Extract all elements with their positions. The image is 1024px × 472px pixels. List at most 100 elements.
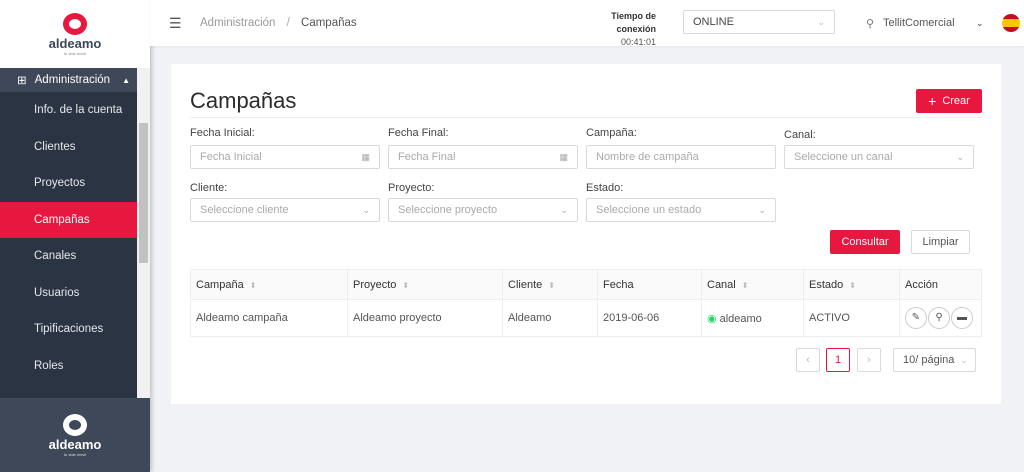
whatsapp-icon: ◉ [707,312,717,325]
sort-icon[interactable]: ⬍ [402,281,409,290]
placeholder: Fecha Final [398,151,456,163]
fecha-inicial-label: Fecha Inicial: [190,127,255,139]
fecha-final-label: Fecha Final: [388,127,449,139]
logo-icon [63,12,87,35]
cliente-select[interactable]: Seleccione cliente ⌄ [190,198,380,222]
sidebar-item-usuarios[interactable]: Usuarios [0,275,137,312]
col-campana[interactable]: Campaña ⬍ [190,269,348,300]
col-fecha: Fecha [597,269,702,300]
sidebar-item-campanas[interactable]: Campañas [0,201,137,238]
sidebar-scrollbar[interactable] [137,68,150,398]
campana-input[interactable]: Nombre de campaña [586,145,776,169]
breadcrumb: Administración / Campañas [200,17,357,29]
add-user-icon[interactable]: ⚲ [928,307,950,329]
table-row: Aldeamo campaña Aldeamo proyecto Aldeamo… [190,299,982,337]
calendar-icon: ▦ [559,151,568,162]
page-1-button[interactable]: 1 [826,348,850,372]
status-value: ONLINE [693,16,734,28]
chevron-down-icon[interactable]: ⌄ [976,18,984,29]
fecha-final-input[interactable]: Fecha Final ▦ [388,145,578,169]
limpiar-button[interactable]: Limpiar [911,230,970,254]
logo-icon [63,413,87,436]
page-title: Campañas [190,88,297,113]
placeholder: Seleccione proyecto [398,204,498,216]
chevron-down-icon: ⌄ [956,151,964,162]
scrollbar-thumb[interactable] [139,123,148,263]
sidebar-item-proyectos[interactable]: Proyectos [0,165,137,202]
grid-icon: ⊞ [17,75,27,87]
cell-campana: Aldeamo campaña [190,299,348,337]
consultar-button[interactable]: Consultar [830,230,900,254]
create-button[interactable]: + Crear [916,89,982,113]
logo-subtitle: tu vida móvil [63,50,87,56]
chevron-down-icon: ⌄ [758,204,766,215]
sidebar-menu: ⊞ Administración ▲ Info. de la cuenta Clie… [0,68,137,398]
col-canal[interactable]: Canal ⬍ [701,269,804,300]
cell-proyecto: Aldeamo proyecto [347,299,503,337]
chevron-down-icon: ⌄ [960,354,968,365]
placeholder: Seleccione un estado [596,204,702,216]
sort-icon[interactable]: ⬍ [742,281,749,290]
divider [190,117,982,118]
placeholder: Fecha Inicial [200,151,262,163]
cliente-label: Cliente: [190,182,228,194]
col-estado[interactable]: Estado ⬍ [803,269,900,300]
connection-value: 00:41:01 [620,37,656,47]
logo-text: aldeamo [48,436,102,452]
cell-cliente: Aldeamo [502,299,598,337]
sidebar-item-clientes[interactable]: Clientes [0,129,137,166]
footer-logo: aldeamo tu vida móvil [0,398,150,472]
page-size-select[interactable]: 10/ página ⌄ [893,348,976,372]
connection-time: Tiempo de conexión 00:41:01 [574,10,656,49]
logo-text: aldeamo [48,35,102,51]
message-icon[interactable]: ▬ [951,307,973,329]
proyecto-select[interactable]: Seleccione proyecto ⌄ [388,198,578,222]
sort-icon[interactable]: ⬍ [250,281,257,290]
placeholder: Seleccione cliente [200,204,289,216]
col-proyecto[interactable]: Proyecto ⬍ [347,269,503,300]
sort-icon[interactable]: ⬍ [849,281,856,290]
sidebar: aldeamo tu vida móvil ⊞ Administración ▲ I… [0,0,150,472]
menu-toggle-icon[interactable]: ☰ [169,15,182,32]
sidebar-item-info-cuenta[interactable]: Info. de la cuenta [0,92,137,129]
placeholder: Seleccione un canal [794,151,893,163]
sort-icon[interactable]: ⬍ [548,281,555,290]
sidebar-item-canales[interactable]: Canales [0,238,137,275]
edit-icon[interactable]: ✎ [905,307,927,329]
cell-accion: ✎ ⚲ ▬ [899,299,982,337]
campaigns-table: Campaña ⬍ Proyecto ⬍ Cliente ⬍ Fecha Canal ⬍… [190,269,982,337]
canal-select[interactable]: Seleccione un canal ⌄ [784,145,974,169]
prev-page-button[interactable]: ‹ [796,348,820,372]
placeholder: Nombre de campaña [596,151,699,163]
campana-label: Campaña: [586,127,637,139]
user-menu[interactable]: TellitComercial [883,17,955,29]
connection-label: Tiempo de conexión [611,11,656,34]
next-page-button[interactable]: › [857,348,881,372]
spain-flag-icon[interactable] [1002,14,1020,32]
user-icon: ⚲ [866,17,875,30]
cell-fecha: 2019-06-06 [597,299,702,337]
sidebar-section-administracion[interactable]: ⊞ Administración ▲ [0,68,137,92]
calendar-icon: ▦ [361,151,370,162]
chevron-down-icon: ⌄ [560,204,568,215]
sidebar-item-tipificaciones[interactable]: Tipificaciones [0,311,137,348]
chevron-down-icon: ⌄ [817,16,825,27]
breadcrumb-administracion[interactable]: Administración [200,17,275,29]
proyecto-label: Proyecto: [388,182,435,194]
sidebar-item-roles[interactable]: Roles [0,348,137,385]
estado-select[interactable]: Seleccione un estado ⌄ [586,198,776,222]
col-cliente[interactable]: Cliente ⬍ [502,269,598,300]
campaigns-card: Campañas + Crear Fecha Inicial: Fecha Ini… [171,64,1001,404]
logo-subtitle: tu vida móvil [63,451,87,457]
cell-canal: ◉ aldeamo [701,299,804,337]
header: ☰ Administración / Campañas Tiempo de co… [150,0,1024,49]
canal-label: Canal: [784,129,816,141]
fecha-inicial-input[interactable]: Fecha Inicial ▦ [190,145,380,169]
logo: aldeamo tu vida móvil [0,0,150,68]
estado-label: Estado: [586,182,624,194]
breadcrumb-campanas: Campañas [301,17,357,29]
section-label: Administración [34,74,111,86]
chevron-up-icon: ▲ [122,75,130,85]
plus-icon: + [928,93,937,109]
status-select[interactable]: ONLINE ⌄ [683,10,835,34]
